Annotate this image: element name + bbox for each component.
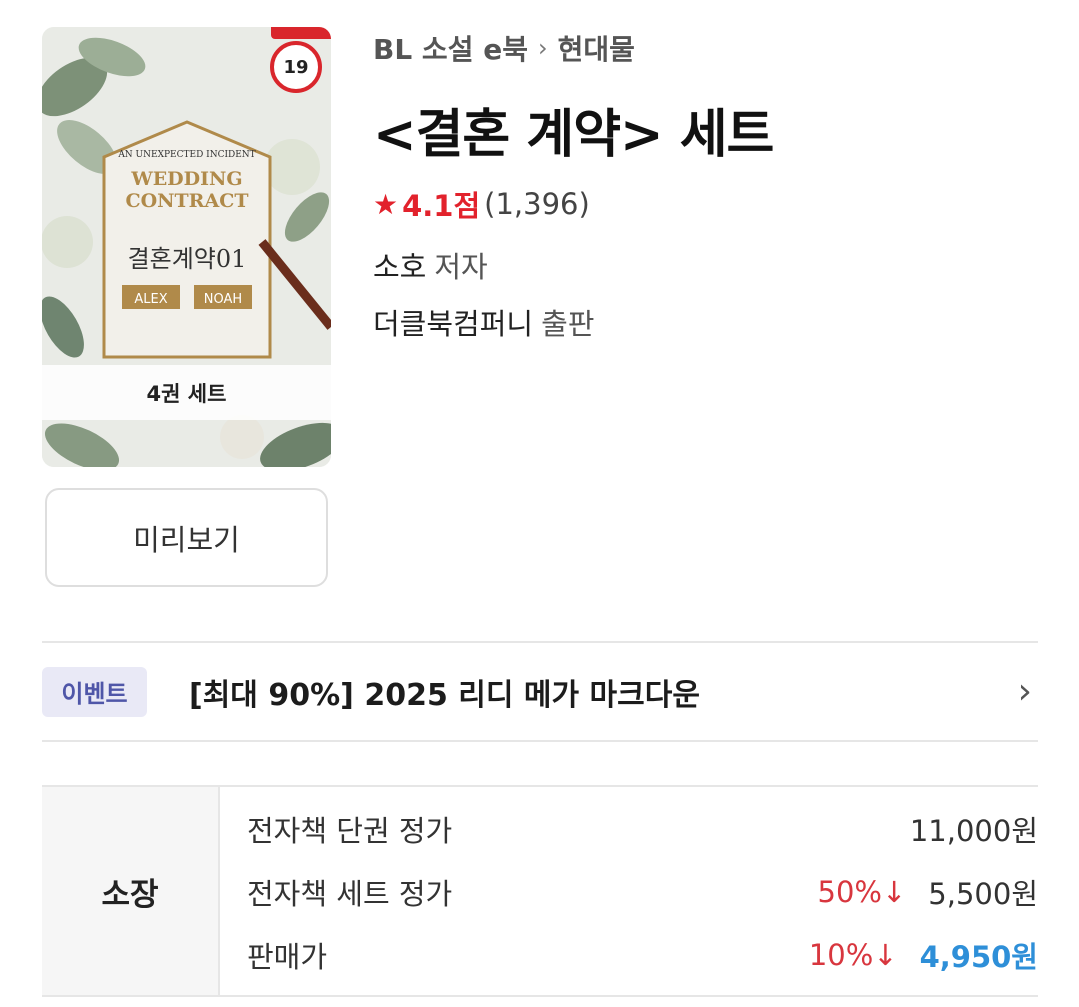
book-cover[interactable]: AN UNEXPECTED INCIDENT WEDDING CONTRACT …: [42, 27, 331, 467]
price-value: 11,000원: [909, 814, 1038, 848]
discount-rate: 10%↓: [808, 938, 898, 972]
author-name[interactable]: 소호: [373, 250, 426, 284]
rating-count: (1,396): [484, 187, 590, 221]
chevron-right-icon: ›: [1017, 671, 1032, 712]
price-table: 소장 전자책 단권 정가 11,000원 전자책 세트 정가 50%↓ 5,50…: [42, 785, 1038, 997]
author-line: 소호 저자: [373, 244, 488, 286]
publisher-line: 더클북컴퍼니 출판: [373, 301, 594, 343]
breadcrumb-subcategory[interactable]: 현대물: [558, 28, 635, 68]
svg-text:CONTRACT: CONTRACT: [126, 190, 249, 212]
book-title: <결혼 계약> 세트: [373, 105, 774, 165]
svg-text:ALEX: ALEX: [134, 292, 167, 307]
ownership-label: 소장: [42, 787, 220, 995]
divider: [42, 740, 1038, 742]
price-name: 전자책 단권 정가: [247, 814, 453, 848]
price-row-single: 전자책 단권 정가 11,000원: [247, 809, 1038, 849]
event-title: [최대 90%] 2025 리디 메가 마크다운: [189, 677, 700, 713]
svg-text:WEDDING: WEDDING: [130, 168, 242, 190]
author-role: 저자: [434, 250, 488, 284]
rating[interactable]: ★ 4.1점 (1,396): [373, 183, 590, 225]
breadcrumb: BL 소설 e북 › 현대물: [373, 28, 635, 68]
breadcrumb-category[interactable]: BL 소설 e북: [373, 28, 528, 68]
set-count-label: 4권 세트: [42, 365, 331, 420]
price-name: 전자책 세트 정가: [247, 877, 453, 911]
age-label-strip: [271, 27, 331, 39]
publisher-role: 출판: [541, 307, 595, 341]
chevron-right-icon: ›: [537, 34, 548, 62]
preview-button[interactable]: 미리보기: [45, 488, 328, 587]
svg-text:AN UNEXPECTED INCIDENT: AN UNEXPECTED INCIDENT: [117, 150, 255, 160]
price-row-sale: 판매가 10%↓ 4,950원: [247, 935, 1038, 975]
svg-text:결혼계약01: 결혼계약01: [128, 245, 247, 273]
price-name: 판매가: [247, 940, 328, 974]
book-detail-page: AN UNEXPECTED INCIDENT WEDDING CONTRACT …: [0, 0, 1079, 1007]
price-row-set: 전자책 세트 정가 50%↓ 5,500원: [247, 872, 1038, 912]
publisher-name[interactable]: 더클북컴퍼니: [373, 307, 533, 341]
age-rating-badge: 19: [270, 41, 322, 93]
discount-rate: 50%↓: [817, 875, 907, 909]
event-banner[interactable]: 이벤트 [최대 90%] 2025 리디 메가 마크다운 ›: [42, 643, 1038, 740]
star-icon: ★: [373, 187, 399, 221]
rating-score: 4.1점: [402, 189, 481, 223]
final-price: 4,950원: [919, 940, 1038, 974]
price-value: 5,500원: [928, 877, 1038, 911]
svg-text:NOAH: NOAH: [204, 292, 242, 307]
event-badge: 이벤트: [42, 666, 147, 717]
